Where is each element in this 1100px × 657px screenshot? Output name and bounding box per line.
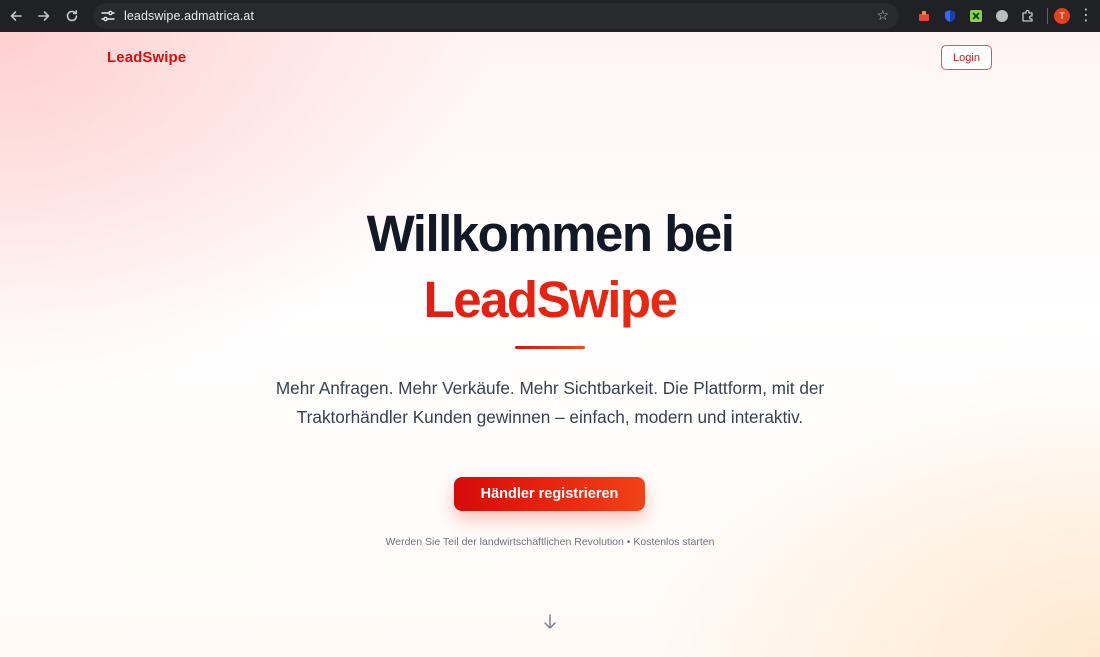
profile-avatar[interactable]: T (1054, 8, 1070, 24)
url-text: leadswipe.admatrica.at (124, 9, 255, 23)
browser-toolbar: leadswipe.admatrica.at ☆ T ⋮ (0, 0, 1100, 32)
hero-subnote: Werden Sie Teil der landwirtschaftlichen… (385, 536, 715, 548)
hero-title: Willkommen bei (366, 205, 735, 262)
extension-shield-icon[interactable] (937, 3, 963, 29)
extension-gray-icon[interactable] (989, 3, 1015, 29)
tagline-line-1: Mehr Anfragen. Mehr Verkäufe. Mehr Sicht… (275, 378, 825, 398)
back-arrow-icon[interactable] (3, 3, 29, 29)
arrow-down-icon[interactable] (540, 612, 560, 632)
puzzle-icon[interactable] (1015, 3, 1041, 29)
forward-arrow-icon[interactable] (31, 3, 57, 29)
extensions-bar: T ⋮ (911, 3, 1094, 29)
register-dealer-button[interactable]: Händler registrieren (454, 477, 645, 511)
extension-red-icon[interactable] (911, 3, 937, 29)
hero-brand-title: LeadSwipe (0, 270, 1100, 329)
more-vert-icon[interactable]: ⋮ (1078, 8, 1094, 24)
reload-icon[interactable] (59, 3, 85, 29)
extension-green-icon[interactable] (963, 3, 989, 29)
tagline-line-2: Traktorhändler Kunden gewinnen – einfach… (296, 407, 804, 427)
address-bar[interactable]: leadswipe.admatrica.at ☆ (93, 3, 899, 29)
hero-tagline: Mehr Anfragen. Mehr Verkäufe. Mehr Sicht… (250, 374, 850, 432)
login-button[interactable]: Login (941, 45, 992, 70)
star-icon[interactable]: ☆ (876, 7, 889, 24)
landing-page: LeadSwipe Login Willkommen bei LeadSwipe… (0, 32, 1100, 657)
hero-divider (515, 346, 585, 349)
toolbar-separator (1047, 8, 1048, 24)
tune-icon[interactable] (99, 7, 117, 25)
site-logo[interactable]: LeadSwipe (107, 49, 186, 66)
